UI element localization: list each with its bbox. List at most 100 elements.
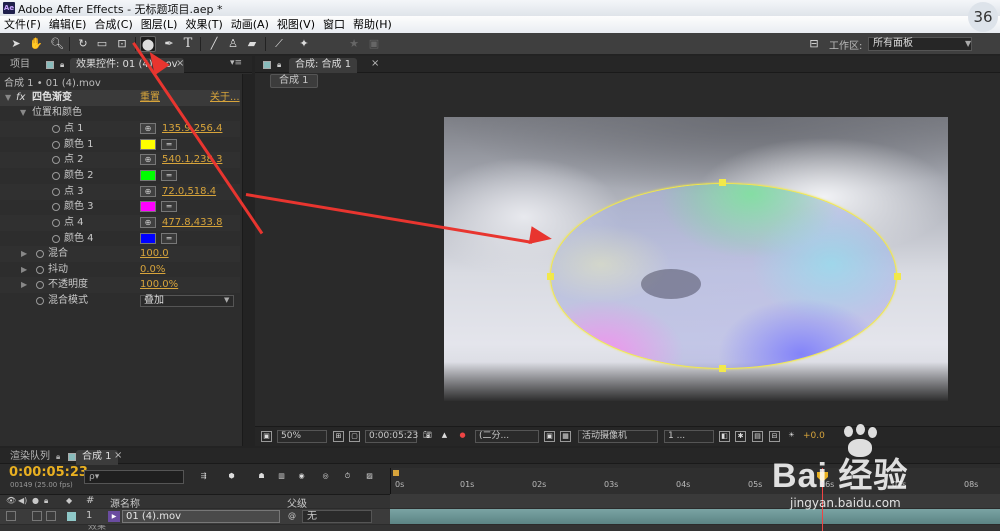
motion-blur-icon[interactable]: ◉ <box>296 472 307 483</box>
mask-vertex-bottom[interactable] <box>719 365 726 372</box>
group-position-color[interactable]: ▼ 位置和颜色 <box>0 105 240 121</box>
label-icon[interactable]: ◆ <box>66 496 72 505</box>
layer-duration-bar[interactable] <box>390 509 1000 524</box>
lock-toggle[interactable] <box>46 511 56 521</box>
resolution-select[interactable]: (二分... <box>475 430 539 443</box>
scrollbar[interactable] <box>242 74 252 446</box>
workspace-select[interactable]: 所有面板 <box>868 37 972 51</box>
eyedropper-icon[interactable]: ═ <box>161 201 177 212</box>
tab-comp-timeline[interactable]: 合成 1 <box>76 450 118 465</box>
show-snapshot-icon[interactable]: ▲ <box>439 431 450 442</box>
mask-vertex-top[interactable] <box>719 179 726 186</box>
eyedropper-icon[interactable]: ═ <box>161 170 177 181</box>
close-icon[interactable]: × <box>114 450 122 461</box>
views-select[interactable]: 1 ... <box>664 430 714 443</box>
timeline-icon[interactable]: ▤ <box>752 431 763 442</box>
frame-blending-icon[interactable]: ▥ <box>276 472 287 483</box>
crosshair-icon[interactable]: ⊕ <box>140 186 156 197</box>
effect-header-row[interactable]: ▼ fx 四色渐变 重置 关于... <box>0 90 240 106</box>
menu-layer[interactable]: 图层(L) <box>141 16 178 33</box>
col-parent[interactable]: 父级 <box>287 495 307 510</box>
camera-select[interactable]: 活动摄像机 <box>578 430 658 443</box>
time-ruler[interactable] <box>390 468 1000 494</box>
chevron-down-icon[interactable]: ▼ <box>965 39 971 48</box>
stopwatch-icon[interactable] <box>52 156 60 164</box>
crosshair-icon[interactable]: ⊕ <box>140 123 156 134</box>
point4-value[interactable]: 477.8,433.8 <box>162 215 222 230</box>
color2-swatch[interactable] <box>140 170 156 181</box>
crosshair-icon[interactable]: ⊕ <box>140 154 156 165</box>
reset-link[interactable]: 重置 <box>140 90 160 105</box>
ellipse-mask[interactable] <box>550 183 897 369</box>
puppet-tool-icon[interactable]: ✦ <box>296 36 312 52</box>
auto-keyframe-icon[interactable]: ▨ <box>364 472 375 483</box>
comp-1-button[interactable]: 合成 1 <box>270 74 318 88</box>
audio-icon[interactable]: ◀) <box>18 496 27 505</box>
color1-swatch[interactable] <box>140 139 156 150</box>
solo-toggle[interactable] <box>32 511 42 521</box>
brush-tool-icon[interactable]: ╱ <box>206 36 222 52</box>
selection-tool-icon[interactable]: ➤ <box>8 36 24 52</box>
mask-vertex-right[interactable] <box>894 273 901 280</box>
timecode-field[interactable]: 0:00:05:23 <box>365 430 418 443</box>
tab-render-queue[interactable]: 渲染队列 <box>4 450 56 465</box>
color3-swatch[interactable] <box>140 201 156 212</box>
clone-stamp-tool-icon[interactable]: ♙ <box>225 36 241 52</box>
work-area-bar[interactable] <box>390 494 1000 508</box>
menu-window[interactable]: 窗口 <box>323 16 345 33</box>
panel-menu-icon[interactable]: ▾≡ <box>230 58 242 68</box>
pen-tool-icon[interactable]: ✒ <box>161 36 177 52</box>
mask-vertex-left[interactable] <box>547 273 554 280</box>
blend-mode-select[interactable]: 叠加 <box>140 295 234 307</box>
parent-select[interactable]: 无 <box>302 510 372 523</box>
close-icon[interactable]: × <box>176 58 184 69</box>
comp-mini-flowchart-icon[interactable]: ⇶ <box>198 472 209 483</box>
twirl-right-icon[interactable]: ▶ <box>21 262 27 277</box>
tab-project[interactable]: 项目 <box>4 58 36 73</box>
color4-swatch[interactable] <box>140 233 156 244</box>
camera-tool-icon[interactable]: ▭ <box>94 36 110 52</box>
about-link[interactable]: 关于... <box>210 90 240 105</box>
twirl-down-icon[interactable]: ▼ <box>5 90 11 105</box>
stopwatch-icon[interactable] <box>52 235 60 243</box>
region-icon[interactable]: ▣ <box>544 431 555 442</box>
twirl-right-icon[interactable]: ▶ <box>21 246 27 261</box>
stopwatch-icon[interactable] <box>52 203 60 211</box>
lock-icon[interactable]: 🔒︎ <box>56 452 60 462</box>
stopwatch-icon[interactable] <box>52 172 60 180</box>
point3-value[interactable]: 72.0,518.4 <box>162 184 216 199</box>
timeline-search-input[interactable]: ρ▾ <box>84 470 184 484</box>
lock-icon[interactable]: 🔒︎ <box>60 60 64 70</box>
exposure-reset-icon[interactable]: ☀ <box>786 431 797 442</box>
fx-icon[interactable]: fx <box>16 90 25 105</box>
menu-effect[interactable]: 效果(T) <box>185 16 222 33</box>
transparency-grid-icon[interactable]: ▦ <box>560 431 571 442</box>
stopwatch-icon[interactable] <box>52 141 60 149</box>
crosshair-icon[interactable]: ⊕ <box>140 217 156 228</box>
close-icon[interactable]: × <box>371 58 379 69</box>
label-color-swatch[interactable] <box>67 512 76 521</box>
menu-animation[interactable]: 动画(A) <box>231 16 269 33</box>
stopwatch-icon[interactable] <box>36 250 44 258</box>
hide-shy-icon[interactable]: ☗ <box>256 472 267 483</box>
safe-zones-icon[interactable]: ⊞ <box>333 431 344 442</box>
layer-row[interactable]: 1 ▶ 01 (4).mov @ 无 <box>0 509 390 524</box>
solo-icon[interactable]: ● <box>32 496 39 505</box>
lock-icon[interactable]: 🔒︎ <box>277 60 281 70</box>
mask-visibility-icon[interactable]: ▢ <box>349 431 360 442</box>
viewer-image[interactable] <box>444 117 948 401</box>
eyedropper-icon[interactable]: ═ <box>161 233 177 244</box>
tab-composition[interactable]: 合成: 合成 1 <box>289 58 358 73</box>
channel-icon[interactable]: ● <box>457 431 468 442</box>
rotate-tool-icon[interactable]: ↻ <box>75 36 91 52</box>
menu-view[interactable]: 视图(V) <box>277 16 315 33</box>
eye-icon[interactable]: 👁︎ <box>6 496 16 505</box>
timeline-timecode[interactable]: 0:00:05:23 <box>9 465 88 480</box>
stopwatch-icon[interactable] <box>52 125 60 133</box>
roto-brush-tool-icon[interactable]: ⟋ <box>271 36 287 52</box>
stopwatch-icon[interactable] <box>36 281 44 289</box>
eraser-tool-icon[interactable]: ▰ <box>244 36 260 52</box>
exposure-value[interactable]: +0.0 <box>803 431 825 441</box>
graph-editor-icon[interactable]: ⏱ <box>342 472 353 483</box>
zoom-select[interactable]: 50% <box>277 430 327 443</box>
